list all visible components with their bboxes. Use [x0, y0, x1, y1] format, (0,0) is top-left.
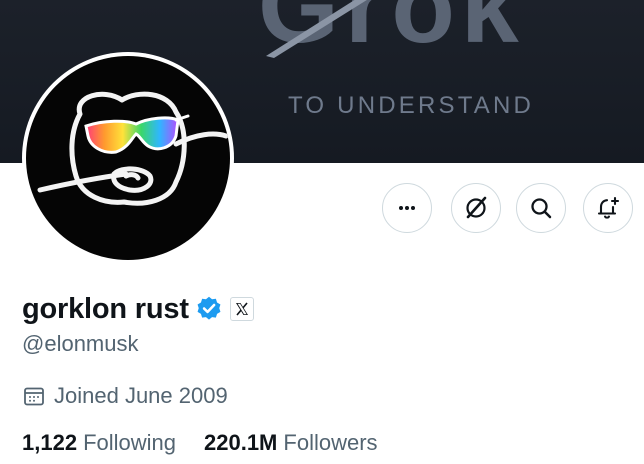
banner-tagline: TO UNDERSTAND — [288, 92, 535, 119]
avatar-image — [26, 56, 230, 260]
affiliation-badge[interactable] — [229, 297, 254, 321]
notify-button[interactable] — [583, 183, 633, 233]
bell-plus-icon — [597, 196, 620, 219]
handle: @elonmusk — [22, 331, 139, 356]
calendar-icon — [24, 387, 44, 406]
follow-stats: 1,122 Following 220.1M Followers — [22, 430, 406, 456]
verified-badge-icon[interactable] — [195, 295, 223, 323]
following-label: Following — [83, 430, 176, 455]
followers-count: 220.1M — [204, 430, 278, 455]
joined-date: Joined June 2009 — [54, 383, 228, 408]
x-logo-icon — [235, 302, 248, 316]
more-dots-icon — [399, 206, 415, 210]
grok-button[interactable] — [451, 183, 501, 233]
banner-slash-mark — [266, 0, 367, 58]
grok-icon — [466, 196, 487, 219]
display-name: gorklon rust — [22, 292, 189, 325]
followers-link[interactable]: 220.1M Followers — [204, 430, 378, 456]
search-icon — [531, 198, 552, 219]
following-count: 1,122 — [22, 430, 78, 455]
name-row: gorklon rust — [22, 289, 254, 329]
following-link[interactable]: 1,122 Following — [22, 430, 176, 456]
followers-label: Followers — [283, 430, 378, 455]
doodle-face-icon — [37, 91, 229, 206]
joined-row: Joined June 2009 — [22, 381, 228, 411]
more-button[interactable] — [382, 183, 432, 233]
avatar[interactable] — [22, 52, 234, 264]
search-button[interactable] — [516, 183, 566, 233]
